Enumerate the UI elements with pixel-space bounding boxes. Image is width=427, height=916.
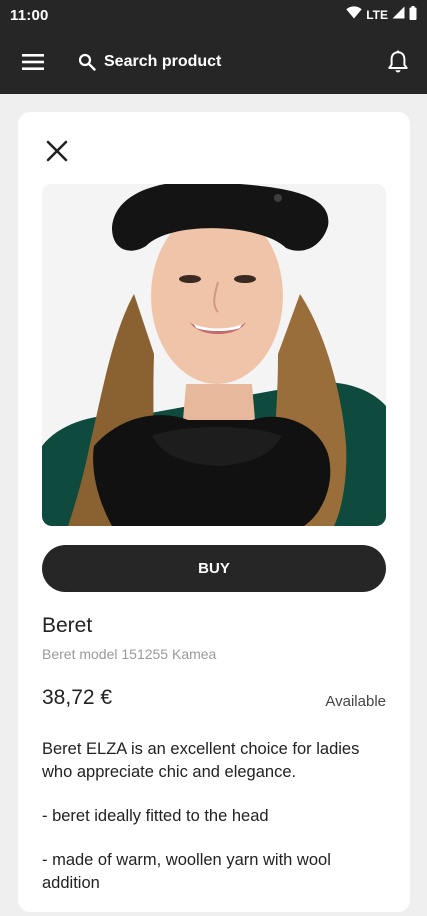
network-type-label: LTE xyxy=(366,8,388,22)
buy-button[interactable]: BUY xyxy=(42,545,386,592)
product-price: 38,72 € xyxy=(42,686,113,709)
battery-icon xyxy=(409,5,417,25)
hamburger-menu-icon[interactable] xyxy=(20,50,46,74)
description-paragraph: Beret ELZA is an excellent choice for la… xyxy=(42,740,360,781)
app-bar: Search product xyxy=(0,30,427,94)
signal-icon xyxy=(392,6,405,24)
close-icon[interactable] xyxy=(42,136,72,166)
status-time: 11:00 xyxy=(10,6,49,24)
description-paragraph: - beret ideally fitted to the head xyxy=(42,807,269,825)
status-bar: 11:00 LTE xyxy=(0,0,427,30)
wifi-icon xyxy=(346,6,362,24)
product-description: Beret ELZA is an excellent choice for la… xyxy=(42,738,382,916)
product-detail-card: BUY Beret Beret model 151255 Kamea 38,72… xyxy=(18,112,410,912)
product-image xyxy=(42,184,386,526)
product-name: Beret xyxy=(42,614,93,637)
search-placeholder: Search product xyxy=(104,53,222,70)
search-icon xyxy=(74,49,100,75)
status-icons: LTE xyxy=(346,5,417,25)
description-paragraph: - made of warm, woollen yarn with wool a… xyxy=(42,851,331,892)
availability-status: Available xyxy=(325,693,386,710)
product-subtitle: Beret model 151255 Kamea xyxy=(42,646,217,662)
bell-icon[interactable] xyxy=(384,48,412,76)
search-bar[interactable]: Search product xyxy=(70,42,360,82)
